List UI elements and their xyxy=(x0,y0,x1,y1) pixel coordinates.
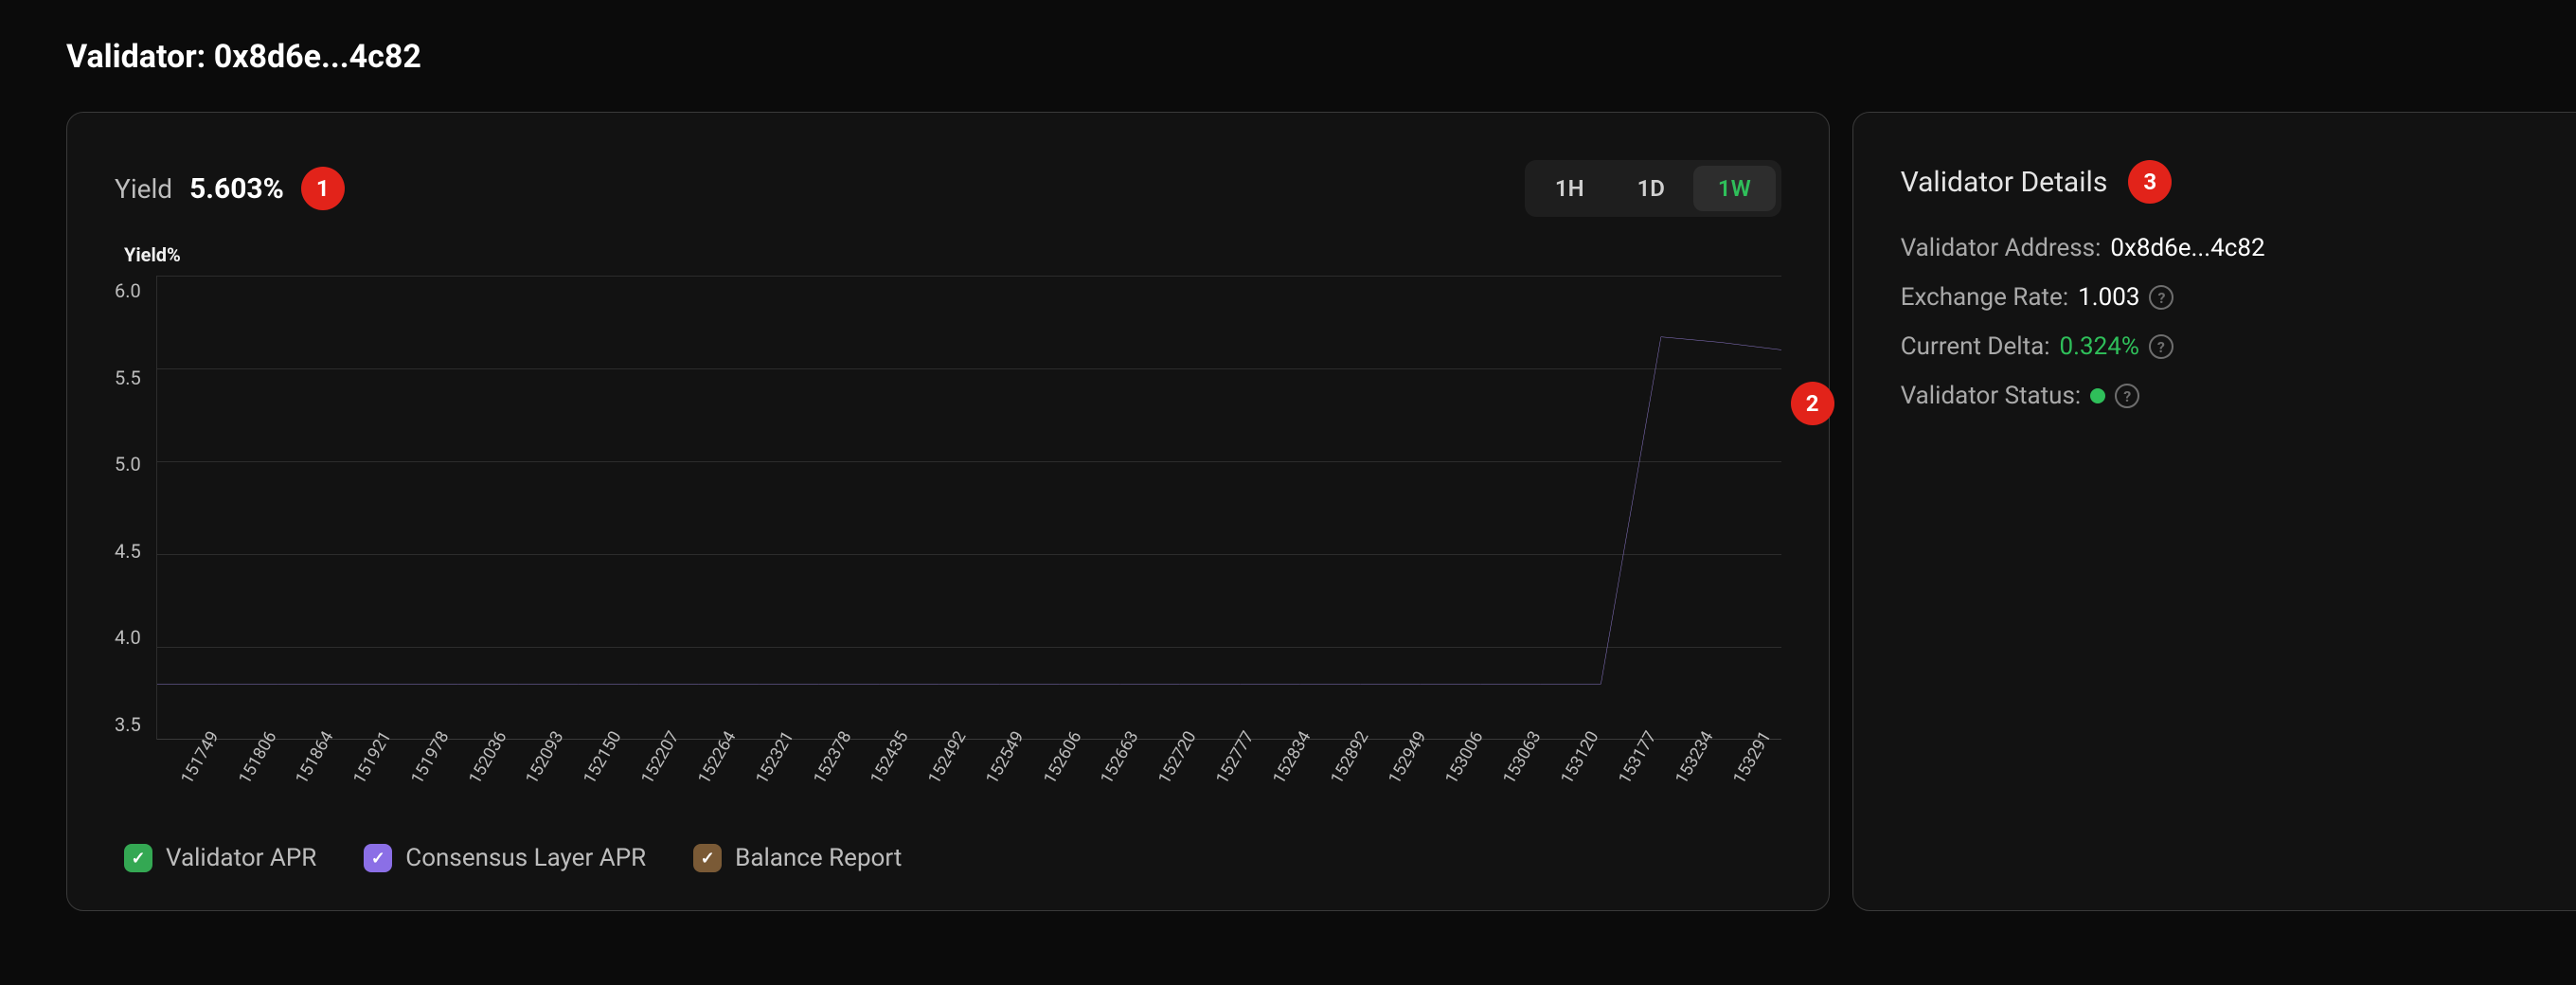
annotation-badge-1: 1 xyxy=(301,167,345,210)
yield-chart-panel: 2 Yield 5.603% 1 1H 1D 1W Yield% 6.0 5.5… xyxy=(66,112,1830,911)
status-dot-icon xyxy=(2090,388,2105,403)
legend-label: Consensus Layer APR xyxy=(405,844,646,872)
detail-value-exchange: 1.003 xyxy=(2078,283,2139,312)
x-axis-ticks-wrap: 1517491518061518641519211519781520361520… xyxy=(115,740,1781,825)
yield-line-series xyxy=(157,276,1781,740)
legend-item-validator-apr[interactable]: ✓ Validator APR xyxy=(124,844,316,872)
y-tick: 4.5 xyxy=(115,540,141,563)
detail-label: Validator Status: xyxy=(1901,382,2082,410)
y-tick: 4.0 xyxy=(115,626,141,649)
detail-row-delta: Current Delta: 0.324% ? xyxy=(1901,332,2576,361)
legend-item-balance-report[interactable]: ✓ Balance Report xyxy=(693,844,902,872)
chart-legend: ✓ Validator APR ✓ Consensus Layer APR ✓ … xyxy=(115,844,1781,872)
y-tick: 6.0 xyxy=(115,279,141,302)
panels-row: 2 Yield 5.603% 1 1H 1D 1W Yield% 6.0 5.5… xyxy=(66,112,2510,911)
legend-label: Validator APR xyxy=(166,844,316,872)
chart-body: 6.0 5.5 5.0 4.5 4.0 3.5 xyxy=(115,276,1781,740)
y-axis-ticks: 6.0 5.5 5.0 4.5 4.0 3.5 xyxy=(115,276,156,740)
yield-value: 5.603% xyxy=(189,172,284,206)
yield-label: Yield xyxy=(115,173,172,205)
help-icon[interactable]: ? xyxy=(2115,384,2139,408)
detail-row-exchange: Exchange Rate: 1.003 ? xyxy=(1901,283,2576,312)
checkbox-icon: ✓ xyxy=(364,844,392,872)
detail-label: Validator Address: xyxy=(1901,234,2102,262)
detail-value-address: 0x8d6e...4c82 xyxy=(2110,234,2264,262)
details-header: Validator Details 3 xyxy=(1901,160,2576,204)
range-option-1w[interactable]: 1W xyxy=(1693,166,1776,211)
y-axis-title: Yield% xyxy=(124,243,1781,266)
page-title: Validator: 0x8d6e...4c82 xyxy=(66,38,2510,76)
checkbox-icon: ✓ xyxy=(693,844,722,872)
checkbox-icon: ✓ xyxy=(124,844,152,872)
range-option-1h[interactable]: 1H xyxy=(1530,166,1609,211)
chart-plot-area xyxy=(156,276,1781,740)
time-range-toggle: 1H 1D 1W xyxy=(1525,160,1781,217)
chart-header: Yield 5.603% 1 1H 1D 1W xyxy=(115,160,1781,217)
x-axis-ticks: 1517491518061518641519211519781520361520… xyxy=(171,740,1781,765)
legend-item-consensus-apr[interactable]: ✓ Consensus Layer APR xyxy=(364,844,646,872)
help-icon[interactable]: ? xyxy=(2149,334,2174,359)
validator-details-panel: Validator Details 3 Validator Address: 0… xyxy=(1852,112,2576,911)
detail-row-address: Validator Address: 0x8d6e...4c82 xyxy=(1901,234,2576,262)
detail-label: Exchange Rate: xyxy=(1901,283,2068,312)
y-tick: 5.0 xyxy=(115,453,141,475)
detail-label: Current Delta: xyxy=(1901,332,2050,361)
details-title: Validator Details xyxy=(1901,166,2108,199)
annotation-badge-2: 2 xyxy=(1791,382,1834,425)
y-tick: 3.5 xyxy=(115,713,141,736)
annotation-badge-3: 3 xyxy=(2128,160,2172,204)
help-icon[interactable]: ? xyxy=(2149,285,2174,310)
legend-label: Balance Report xyxy=(735,844,902,872)
detail-row-status: Validator Status: ? xyxy=(1901,382,2576,410)
yield-block: Yield 5.603% 1 xyxy=(115,167,345,210)
range-option-1d[interactable]: 1D xyxy=(1613,166,1690,211)
detail-value-delta: 0.324% xyxy=(2060,332,2139,361)
y-tick: 5.5 xyxy=(115,367,141,389)
